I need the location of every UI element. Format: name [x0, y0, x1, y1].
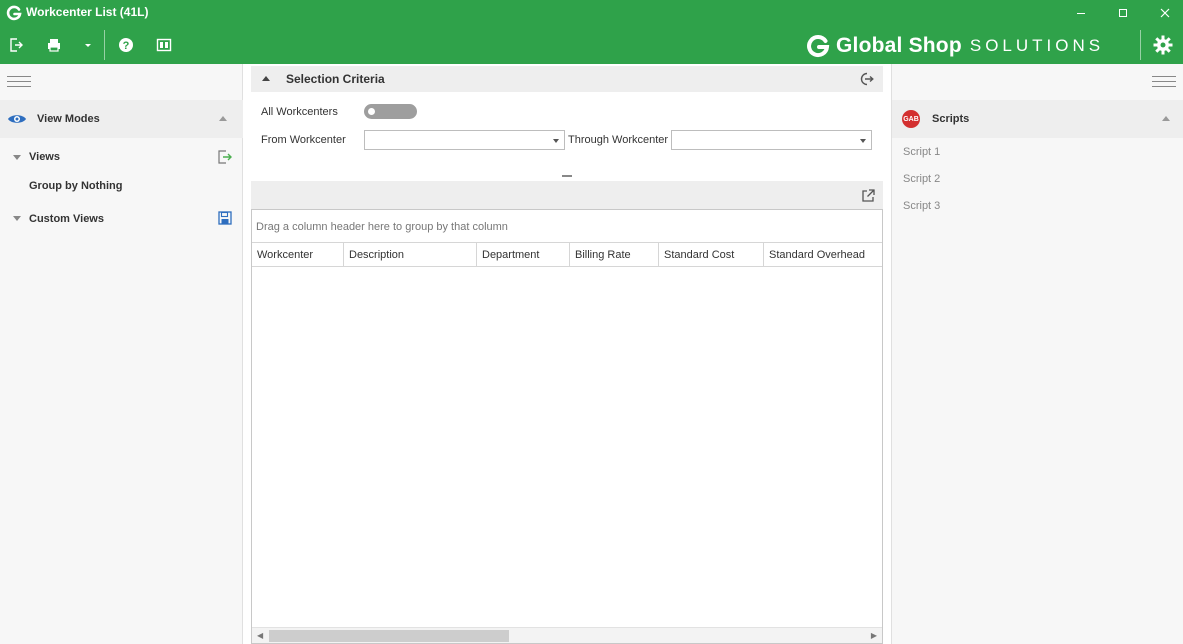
- view-modes-header[interactable]: View Modes: [0, 100, 243, 138]
- logout-icon[interactable]: [860, 72, 874, 86]
- brand-tagline: SOLUTIONS: [969, 36, 1105, 55]
- right-panel-menu-icon[interactable]: [1152, 76, 1176, 88]
- popout-icon[interactable]: [861, 189, 875, 203]
- column-header-billing-rate[interactable]: Billing Rate: [570, 243, 659, 267]
- all-workcenters-label: All Workcenters: [261, 106, 338, 118]
- horizontal-scrollbar[interactable]: ◀ ▶: [252, 627, 882, 643]
- app-logo-icon: [6, 5, 22, 21]
- dropdown-caret-icon: [85, 44, 91, 47]
- scripts-gab-icon: GAB: [902, 110, 920, 128]
- workcenter-grid: Drag a column header here to group by th…: [251, 209, 883, 644]
- from-workcenter-label: From Workcenter: [261, 134, 346, 146]
- right-panel: GAB Scripts Script 1 Script 2 Script 3: [891, 64, 1183, 644]
- script-item[interactable]: Script 2: [903, 173, 940, 185]
- custom-views-expander-icon[interactable]: [13, 216, 21, 221]
- main-content: Selection Criteria All Workcenters From …: [243, 64, 891, 644]
- brand-logo: Global Shop SOLUTIONS: [806, 32, 1104, 60]
- eye-icon: [8, 115, 26, 123]
- chevron-down-icon: [553, 139, 559, 143]
- toggle-knob: [368, 108, 375, 115]
- scripts-title: Scripts: [932, 113, 970, 125]
- group-by-hint: Drag a column header here to group by th…: [256, 221, 508, 233]
- column-header-standard-overhead[interactable]: Standard Overhead: [764, 243, 882, 267]
- from-workcenter-combo[interactable]: [364, 130, 565, 150]
- views-node[interactable]: Views: [29, 151, 60, 163]
- column-header-standard-cost[interactable]: Standard Cost: [659, 243, 764, 267]
- minimize-icon: [1077, 13, 1085, 14]
- toolbar: ? Global Shop SOLUTIONS: [0, 26, 1183, 64]
- column-header-label: Billing Rate: [575, 249, 631, 261]
- close-button[interactable]: [1147, 2, 1183, 24]
- exit-button[interactable]: [6, 35, 26, 55]
- through-workcenter-combo[interactable]: [671, 130, 872, 150]
- column-header-label: Description: [349, 249, 405, 261]
- scroll-left-icon[interactable]: ◀: [257, 631, 263, 640]
- brand-name: Global Shop: [836, 34, 962, 57]
- scrollbar-thumb[interactable]: [269, 630, 509, 642]
- layout-toggle-button[interactable]: [154, 35, 174, 55]
- help-icon: ?: [119, 38, 133, 52]
- script-item[interactable]: Script 3: [903, 200, 940, 212]
- svg-text:?: ?: [123, 40, 130, 52]
- selection-criteria-title: Selection Criteria: [286, 72, 385, 86]
- close-icon: [1160, 8, 1170, 18]
- column-header-label: Workcenter: [257, 249, 314, 261]
- maximize-button[interactable]: [1105, 2, 1141, 24]
- selection-criteria-header[interactable]: Selection Criteria: [251, 66, 883, 92]
- group-by-nothing-item[interactable]: Group by Nothing: [29, 180, 122, 192]
- column-header-label: Standard Cost: [664, 249, 735, 261]
- column-header-label: Department: [482, 249, 540, 261]
- through-workcenter-label: Through Workcenter: [568, 134, 669, 146]
- script-item[interactable]: Script 1: [903, 146, 940, 158]
- export-view-icon[interactable]: [217, 150, 233, 164]
- panel-splitter-handle[interactable]: [562, 175, 572, 177]
- window-title-row: Workcenter List (41L): [0, 0, 1183, 26]
- title-bar: Workcenter List (41L) ? Global Shop SOLU…: [0, 0, 1183, 64]
- column-header-label: Standard Overhead: [769, 249, 866, 261]
- maximize-icon: [1119, 9, 1127, 17]
- save-icon[interactable]: [218, 211, 232, 225]
- group-by-panel[interactable]: Drag a column header here to group by th…: [252, 210, 882, 243]
- print-button[interactable]: [44, 35, 64, 55]
- toolbar-divider: [104, 30, 105, 60]
- help-button[interactable]: ?: [116, 35, 136, 55]
- left-panel-menu-icon[interactable]: [7, 76, 31, 88]
- views-expander-icon[interactable]: [13, 155, 21, 160]
- all-workcenters-toggle[interactable]: [364, 104, 417, 119]
- minimize-button[interactable]: [1063, 2, 1099, 24]
- column-header-description[interactable]: Description: [344, 243, 477, 267]
- gear-icon: [1153, 35, 1173, 55]
- column-header-workcenter[interactable]: Workcenter: [252, 243, 344, 267]
- collapse-criteria-icon[interactable]: [262, 76, 270, 81]
- left-panel: View Modes Views Group by Nothing Custom…: [0, 64, 243, 644]
- print-icon: [48, 39, 60, 52]
- exit-icon: [10, 38, 23, 52]
- window-title: Workcenter List (41L): [26, 5, 149, 19]
- scripts-header[interactable]: GAB Scripts: [892, 100, 1183, 138]
- brand-divider: [1140, 30, 1141, 60]
- layout-toggle-icon: [156, 38, 172, 52]
- chevron-down-icon: [860, 139, 866, 143]
- collapse-scripts-icon[interactable]: [1162, 116, 1170, 121]
- column-header-department[interactable]: Department: [477, 243, 570, 267]
- custom-views-node[interactable]: Custom Views: [29, 213, 104, 225]
- scroll-right-icon[interactable]: ▶: [871, 631, 877, 640]
- print-options-dropdown[interactable]: [78, 35, 98, 55]
- view-modes-title: View Modes: [37, 113, 100, 125]
- collapse-view-modes-icon[interactable]: [219, 116, 227, 121]
- grid-toolbar: [251, 181, 883, 209]
- global-shop-logo-icon: [807, 35, 830, 57]
- settings-button[interactable]: [1153, 35, 1173, 55]
